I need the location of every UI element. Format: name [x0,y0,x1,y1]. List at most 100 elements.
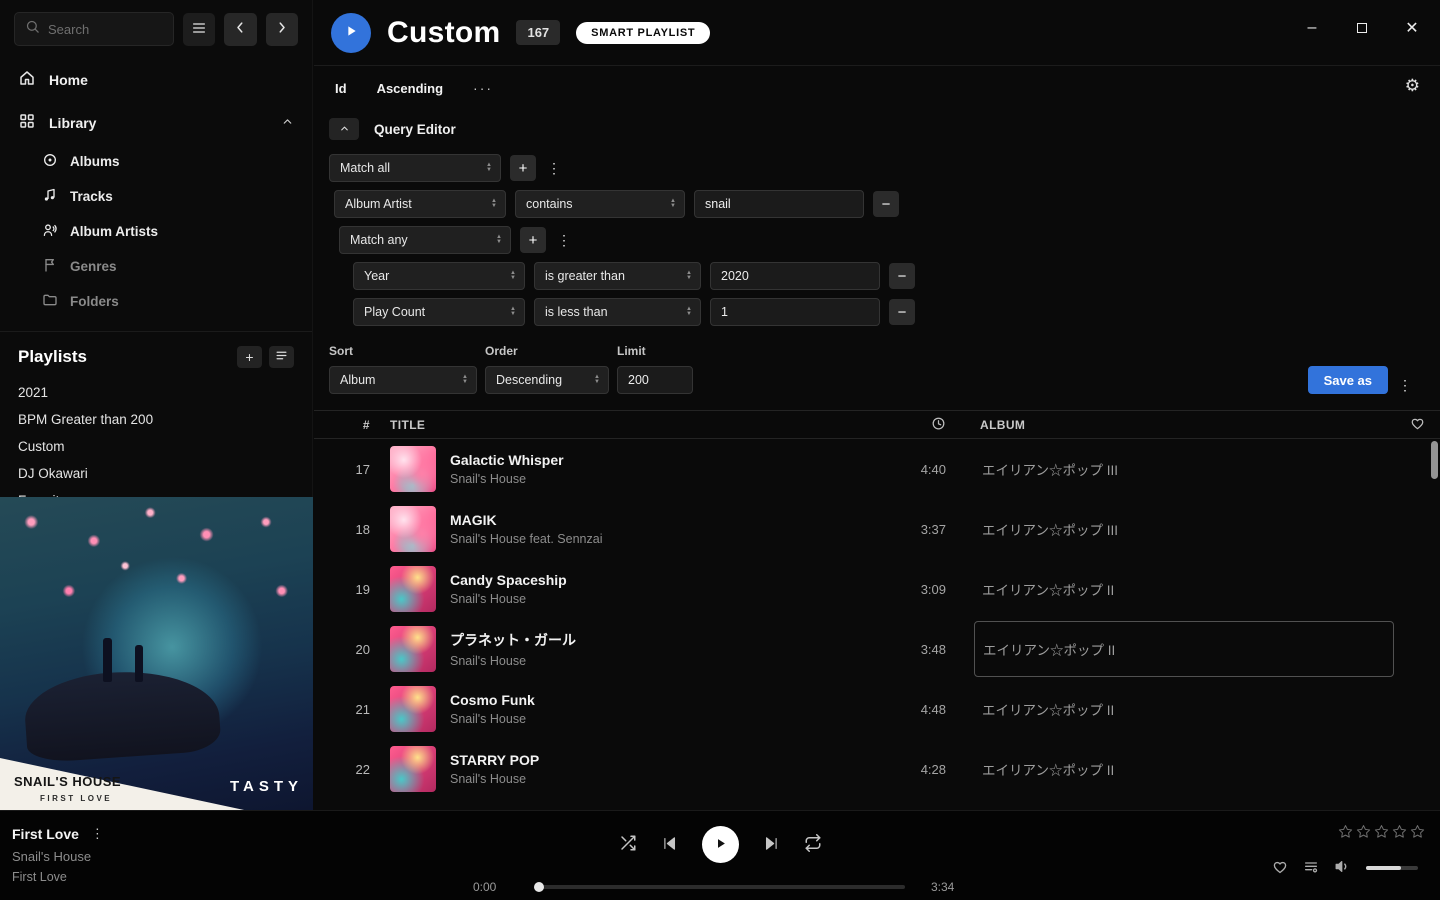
star-icon[interactable] [1392,824,1407,842]
sort-order-button[interactable]: Ascending [377,81,443,96]
star-icon[interactable] [1410,824,1425,842]
rule-operator-select[interactable]: is less than [534,298,701,326]
match-type-select[interactable]: Match all [329,154,501,182]
rule-value-input[interactable] [710,298,880,326]
play-playlist-button[interactable] [331,13,371,53]
rule-field-select[interactable]: Year [353,262,525,290]
rule-operator-select[interactable]: contains [515,190,685,218]
menu-button[interactable] [183,13,215,46]
add-rule-button[interactable]: + [510,155,536,181]
title-column-header[interactable]: TITLE [378,418,894,432]
favorite-column-header[interactable] [1394,416,1440,434]
sidebar: Home Library Albums [0,0,313,810]
sidebar-item-folders[interactable]: Folders [0,284,312,319]
match-type-select[interactable]: Match any [339,226,511,254]
play-icon [713,836,728,854]
rule-value-input[interactable] [710,262,880,290]
table-row[interactable]: 22 STARRY POP Snail's House 4:28 エイリアン☆ポ… [314,739,1440,799]
nav-forward-button[interactable] [266,13,298,46]
sidebar-controls [0,0,312,58]
seek-handle[interactable] [534,882,544,892]
play-pause-button[interactable] [702,826,739,863]
playlist-item[interactable]: DJ Okawari [18,460,294,487]
track-artist[interactable]: Snail's House [450,772,539,786]
sidebar-item-home[interactable]: Home [0,58,312,101]
rule-field-select[interactable]: Album Artist [334,190,506,218]
track-album-focused[interactable]: エイリアン☆ポップ II [974,621,1394,677]
playlist-item[interactable]: 2021 [18,379,294,406]
sort-select[interactable]: Album [329,366,477,394]
group-options-button[interactable]: ⋮ [545,160,563,177]
album-column-header[interactable]: ALBUM [974,418,1394,432]
more-options-button[interactable]: ··· [473,80,493,96]
now-playing-album-art[interactable]: SNAIL'S HOUSE FIRST LOVE TASTY [0,497,313,810]
sidebar-item-tracks[interactable]: Tracks [0,179,312,214]
track-album[interactable]: エイリアン☆ポップ III [974,501,1394,557]
sidebar-item-genres[interactable]: Genres [0,249,312,284]
track-album[interactable]: エイリアン☆ポップ II [974,741,1394,797]
playlist-item[interactable]: BPM Greater than 200 [18,406,294,433]
volume-slider[interactable] [1366,866,1418,870]
next-track-button[interactable] [763,835,780,855]
save-options-button[interactable]: ⋮ [1396,377,1414,394]
track-album[interactable]: エイリアン☆ポップ II [974,561,1394,617]
queue-button[interactable] [1303,859,1319,878]
remove-rule-button[interactable]: − [889,299,915,325]
settings-button[interactable]: ⚙ [1405,76,1420,96]
volume-button[interactable] [1334,858,1351,878]
minimize-button[interactable]: – [1302,18,1322,38]
limit-input[interactable] [617,366,693,394]
rule-field-select[interactable]: Play Count [353,298,525,326]
star-icon[interactable] [1356,824,1371,842]
index-column-header[interactable]: # [314,418,378,432]
search-input[interactable] [48,22,163,37]
sort-field-button[interactable]: Id [335,81,347,96]
previous-track-button[interactable] [661,835,678,855]
search-box[interactable] [14,12,174,46]
sidebar-item-album-artists[interactable]: Album Artists [0,214,312,249]
track-artist[interactable]: Snail's House [450,592,567,606]
add-rule-button[interactable]: + [520,227,546,253]
table-row[interactable]: 18 MAGIK Snail's House feat. Sennzai 3:3… [314,499,1440,559]
query-rule: Play Count is less than − [353,298,1440,326]
table-row[interactable]: 19 Candy Spaceship Snail's House 3:09 エイ… [314,559,1440,619]
manage-playlists-button[interactable] [269,346,294,368]
playlist-item[interactable]: Custom [18,433,294,460]
remove-rule-button[interactable]: − [873,191,899,217]
total-time: 3:34 [931,880,967,894]
star-icon[interactable] [1374,824,1389,842]
nav-back-button[interactable] [224,13,256,46]
chevron-up-icon[interactable] [281,115,294,131]
track-album[interactable]: エイリアン☆ポップ II [974,681,1394,737]
scrollbar-thumb[interactable] [1431,441,1438,479]
art-figure [103,638,112,682]
repeat-button[interactable] [804,834,822,855]
favorite-button[interactable] [1272,859,1288,878]
track-artist[interactable]: Snail's House feat. Sennzai [450,532,602,546]
remove-rule-button[interactable]: − [889,263,915,289]
maximize-button[interactable] [1352,18,1372,38]
track-artist[interactable]: Snail's House [450,712,535,726]
track-album[interactable]: エイリアン☆ポップ III [974,441,1394,497]
track-index: 21 [314,702,378,717]
sidebar-item-albums[interactable]: Albums [0,144,312,179]
track-index: 19 [314,582,378,597]
rule-value-input[interactable] [694,190,864,218]
shuffle-button[interactable] [619,834,637,855]
table-row[interactable]: 20 プラネット・ガール Snail's House 3:48 エイリアン☆ポッ… [314,619,1440,679]
order-select[interactable]: Descending [485,366,609,394]
group-options-button[interactable]: ⋮ [555,232,573,249]
table-row[interactable]: 21 Cosmo Funk Snail's House 4:48 エイリアン☆ポ… [314,679,1440,739]
track-artist[interactable]: Snail's House [450,654,576,668]
sidebar-item-library[interactable]: Library [0,101,312,144]
collapse-query-editor-button[interactable] [329,118,359,140]
table-row[interactable]: 17 Galactic Whisper Snail's House 4:40 エ… [314,439,1440,499]
star-icon[interactable] [1338,824,1353,842]
close-button[interactable]: ✕ [1402,18,1422,38]
add-playlist-button[interactable]: + [237,346,262,368]
seek-bar[interactable] [535,885,905,889]
rule-operator-select[interactable]: is greater than [534,262,701,290]
duration-column-header[interactable] [894,416,974,434]
save-as-button[interactable]: Save as [1308,366,1388,394]
track-artist[interactable]: Snail's House [450,472,564,486]
